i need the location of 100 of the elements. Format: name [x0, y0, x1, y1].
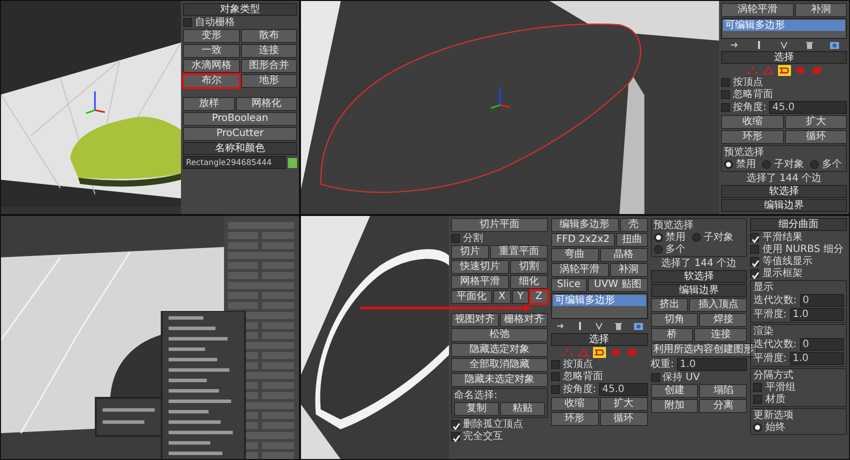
- panel-button[interactable]: 循环: [600, 412, 648, 426]
- trash-icon[interactable]: [804, 40, 814, 50]
- panel-button[interactable]: 涡轮平滑: [721, 3, 794, 17]
- number-field[interactable]: 0: [800, 294, 844, 307]
- panel-button[interactable]: 细化: [510, 275, 548, 289]
- panel-button[interactable]: 循环: [784, 130, 847, 144]
- panel-button[interactable]: 全部取消隐藏: [451, 358, 548, 372]
- panel-button[interactable]: 切割: [510, 260, 548, 274]
- panel-button[interactable]: 切片平面: [451, 218, 548, 232]
- panel-button[interactable]: Slice: [550, 278, 587, 292]
- panel-button[interactable]: 地形: [240, 74, 297, 88]
- panel-button[interactable]: 壳: [620, 218, 648, 232]
- panel-button[interactable]: 扭曲: [616, 233, 648, 247]
- panel-button[interactable]: 重置平面: [490, 245, 548, 259]
- panel-button[interactable]: 水滴网格: [183, 59, 240, 73]
- panel-button[interactable]: 隐藏未选定对象: [451, 373, 548, 387]
- panel-button[interactable]: 涡轮平滑: [550, 263, 609, 277]
- checkbox[interactable]: [753, 383, 762, 392]
- panel-button[interactable]: 环形: [550, 412, 599, 426]
- checkbox[interactable]: [550, 385, 560, 394]
- panel-button[interactable]: 复制: [454, 402, 499, 416]
- panel-button[interactable]: 挤出: [650, 298, 688, 312]
- panel-button[interactable]: 插入顶点: [689, 298, 748, 312]
- panel-button[interactable]: 收缩: [721, 115, 784, 129]
- panel-button[interactable]: ProCutter: [183, 127, 297, 141]
- rollout-header[interactable]: 编辑边界: [721, 199, 847, 212]
- gear-icon[interactable]: [829, 40, 840, 50]
- panel-button[interactable]: 散布: [240, 29, 297, 43]
- radio-button[interactable]: [692, 233, 700, 242]
- checkbox[interactable]: [183, 18, 192, 27]
- checkbox[interactable]: [753, 395, 762, 404]
- name-field[interactable]: Rectangle294685444: [183, 156, 286, 169]
- panel-button[interactable]: 创建: [650, 384, 698, 398]
- panel-button[interactable]: 切片: [451, 245, 489, 259]
- panel-button[interactable]: 布尔: [183, 74, 240, 88]
- panel-button[interactable]: 隐藏选定对象: [451, 343, 548, 357]
- panel-button[interactable]: 网格化: [236, 97, 297, 111]
- panel-button[interactable]: 补洞: [610, 263, 648, 277]
- panel-button[interactable]: Y: [512, 290, 529, 304]
- rollout-header[interactable]: 细分曲面: [750, 218, 847, 231]
- checkbox[interactable]: [750, 257, 760, 266]
- panel-button[interactable]: 弯曲: [550, 248, 599, 262]
- rollout-header[interactable]: 对象类型: [183, 3, 297, 16]
- trash-icon[interactable]: [613, 321, 624, 331]
- panel-button[interactable]: 晶格: [600, 248, 648, 262]
- panel-button[interactable]: 塌陷: [699, 384, 748, 398]
- checkbox[interactable]: [750, 269, 760, 278]
- panel-button[interactable]: 桥: [650, 328, 694, 342]
- checkbox[interactable]: [550, 372, 560, 381]
- rollout-header[interactable]: 选择: [550, 333, 648, 346]
- panel-button[interactable]: 平面化: [451, 290, 492, 304]
- radio-button[interactable]: [810, 160, 819, 169]
- number-field[interactable]: 1.0: [676, 358, 748, 371]
- checkbox[interactable]: [750, 245, 760, 254]
- radio-button[interactable]: [724, 160, 733, 169]
- number-field[interactable]: 45.0: [769, 101, 847, 114]
- rollout-header[interactable]: 选择: [721, 51, 847, 64]
- stack-item[interactable]: 可编辑多边形: [723, 20, 845, 31]
- checkbox[interactable]: [750, 233, 760, 242]
- number-field[interactable]: 1.0: [790, 352, 844, 365]
- radio-button[interactable]: [753, 423, 762, 432]
- panel-button[interactable]: 图形合并: [240, 59, 297, 73]
- panel-button[interactable]: 一致: [183, 44, 240, 58]
- panel-button[interactable]: 连接: [694, 328, 748, 342]
- panel-button[interactable]: 栅格对齐: [500, 313, 548, 327]
- panel-button[interactable]: 放样: [183, 97, 234, 111]
- radio-button[interactable]: [762, 160, 771, 169]
- panel-button[interactable]: 粘贴: [500, 402, 545, 416]
- fork-icon[interactable]: [594, 321, 604, 331]
- stack-item[interactable]: 可编辑多边形: [552, 295, 646, 306]
- checkbox[interactable]: [721, 90, 730, 99]
- number-field[interactable]: 0: [800, 338, 844, 351]
- panel-button[interactable]: UVW 贴图: [588, 278, 648, 292]
- rollout-header[interactable]: 名称和颜色: [183, 142, 297, 155]
- panel-button[interactable]: 切角: [650, 313, 698, 327]
- radio-button[interactable]: [654, 233, 662, 242]
- checkbox[interactable]: [451, 420, 460, 429]
- checkbox[interactable]: [721, 78, 730, 87]
- panel-button[interactable]: 视图对齐: [451, 313, 499, 327]
- panel-button[interactable]: 附加: [650, 399, 698, 413]
- rollout-header[interactable]: 软选择: [650, 270, 748, 283]
- panel-button[interactable]: 网格平滑: [451, 275, 509, 289]
- panel-button[interactable]: 快速切片: [451, 260, 509, 274]
- color-swatch[interactable]: [288, 158, 297, 168]
- panel-button[interactable]: 收缩: [550, 397, 599, 411]
- panel-button[interactable]: ProBoolean: [183, 112, 297, 126]
- panel-button[interactable]: 分离: [699, 399, 748, 413]
- checkbox[interactable]: [550, 360, 560, 369]
- fork-icon[interactable]: [778, 40, 789, 50]
- checkbox[interactable]: [451, 432, 460, 441]
- panel-button[interactable]: 扩大: [784, 115, 847, 129]
- number-field[interactable]: 45.0: [599, 383, 648, 396]
- panel-button[interactable]: 扩大: [600, 397, 648, 411]
- loop-icon[interactable]: [592, 347, 606, 358]
- vertex-icon[interactable]: [560, 347, 574, 358]
- panel-button[interactable]: 焊接: [699, 313, 748, 327]
- panel-button[interactable]: 环形: [721, 130, 784, 144]
- checkbox[interactable]: [650, 373, 660, 382]
- panel-button[interactable]: FFD 2x2x2: [550, 233, 616, 247]
- rollout-header[interactable]: 编辑边界: [650, 284, 748, 297]
